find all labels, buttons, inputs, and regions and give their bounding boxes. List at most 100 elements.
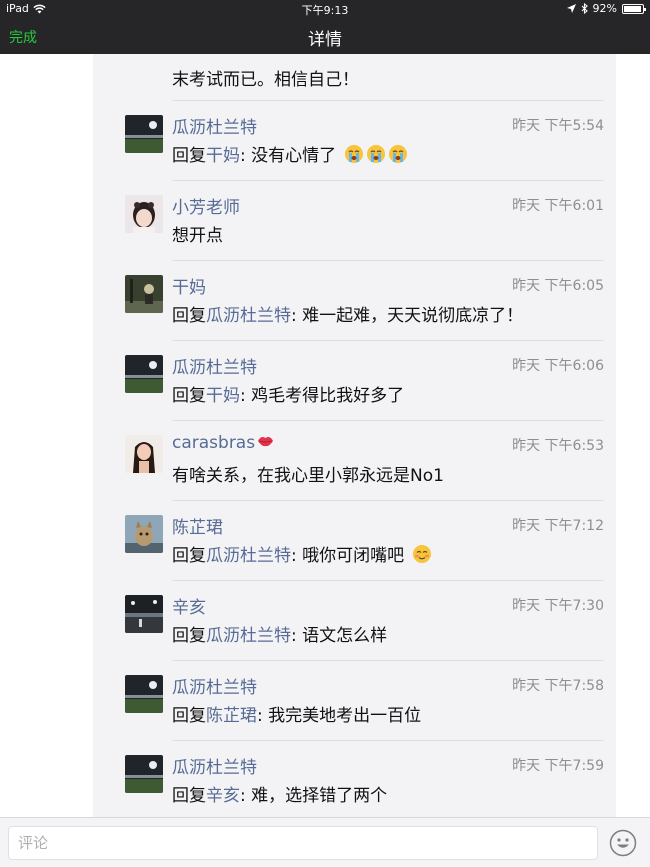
comment-author[interactable]: 瓜沥杜兰特 [172, 353, 257, 378]
reply-target[interactable]: 瓜沥杜兰特 [206, 626, 291, 646]
comment-time: 昨天 下午7:12 [512, 518, 604, 534]
comment-text: 难，选择错了两个 [251, 786, 388, 806]
comment-input-bar [0, 817, 650, 867]
comment-body: 回复干妈: 鸡毛考得比我好多了 [172, 381, 404, 406]
reply-prefix: 回复 [172, 306, 206, 326]
crying-face-icon [344, 145, 363, 163]
divider [172, 500, 604, 501]
comment-time: 昨天 下午6:05 [512, 278, 604, 294]
reply-separator: : [257, 706, 269, 726]
crying-face-icon [388, 145, 407, 163]
avatar[interactable] [125, 675, 163, 713]
comment-item: 瓜沥杜兰特 昨天 下午7:58 回复陈芷珺: 我完美地考出一百位 [93, 660, 616, 740]
partial-comment-text: 末考试而已。相信自己！ [172, 70, 359, 90]
comment-item: 陈芷珺 昨天 下午7:12 回复瓜沥杜兰特: 哦你可闭嘴吧 [93, 500, 616, 580]
reply-target[interactable]: 干妈 [206, 386, 240, 406]
comment-time: 昨天 下午5:54 [512, 118, 604, 134]
divider [172, 660, 604, 661]
comment-text: 鸡毛考得比我好多了 [251, 386, 405, 406]
comment-body: 回复瓜沥杜兰特: 语文怎么样 [172, 621, 387, 646]
comment-item: 小芳老师 昨天 下午6:01 想开点 [93, 180, 616, 260]
reply-target[interactable]: 干妈 [206, 146, 240, 166]
reply-separator: : [240, 786, 252, 806]
status-time: 下午9:13 [301, 4, 349, 17]
lips-icon [258, 437, 274, 447]
reply-target[interactable]: 陈芷珺 [206, 706, 257, 726]
comment-text: 想开点 [172, 226, 223, 246]
page-title: 详情 [308, 30, 342, 50]
comment-author[interactable]: 小芳老师 [172, 193, 240, 218]
avatar[interactable] [125, 595, 163, 633]
comment-text: 语文怎么样 [302, 626, 388, 646]
detail-content[interactable]: 末考试而已。相信自己！ 瓜沥杜兰特 昨天 下午5:54 回复干妈: 没有心情了 … [0, 54, 650, 817]
status-right: 92% [566, 2, 646, 15]
divider [172, 420, 604, 421]
reply-separator: : [291, 546, 303, 566]
comment-body: 有啥关系，在我心里小郭永远是No1 [172, 461, 444, 486]
comment-author[interactable]: 瓜沥杜兰特 [172, 673, 257, 698]
emoji-button-icon[interactable] [609, 829, 637, 857]
reply-target[interactable]: 辛亥 [206, 786, 240, 806]
avatar[interactable] [125, 195, 163, 233]
comment-input[interactable] [8, 826, 598, 860]
comment-author[interactable]: carasbras [172, 433, 274, 453]
crying-face-icon [366, 145, 385, 163]
avatar[interactable] [125, 435, 163, 473]
comment-item: 瓜沥杜兰特 昨天 下午6:06 回复干妈: 鸡毛考得比我好多了 [93, 340, 616, 420]
comment-item: 瓜沥杜兰特 昨天 下午5:54 回复干妈: 没有心情了 [93, 100, 616, 180]
comment-text: 哦你可闭嘴吧 [302, 546, 405, 566]
avatar[interactable] [125, 115, 163, 153]
comment-author[interactable]: 陈芷珺 [172, 513, 223, 538]
divider [172, 580, 604, 581]
comment-body: 回复干妈: 没有心情了 [172, 141, 408, 166]
partial-comment: 末考试而已。相信自己！ [172, 54, 602, 94]
comment-text: 我完美地考出一百位 [268, 706, 422, 726]
reply-separator: : [240, 146, 252, 166]
reply-prefix: 回复 [172, 386, 206, 406]
comment-author[interactable]: 辛亥 [172, 593, 206, 618]
divider [172, 740, 604, 741]
comment-body: 回复瓜沥杜兰特: 难一起难，天天说彻底凉了！ [172, 301, 523, 326]
reply-separator: : [291, 626, 303, 646]
divider [172, 340, 604, 341]
comment-time: 昨天 下午6:01 [512, 198, 604, 214]
reply-target[interactable]: 瓜沥杜兰特 [206, 306, 291, 326]
avatar[interactable] [125, 275, 163, 313]
avatar[interactable] [125, 515, 163, 553]
comment-author-label: carasbras [172, 433, 256, 453]
location-icon [566, 4, 576, 13]
comment-time: 昨天 下午7:59 [512, 758, 604, 774]
reply-separator: : [240, 386, 252, 406]
comment-body: 回复辛亥: 难，选择错了两个 [172, 781, 387, 806]
comment-body: 想开点 [172, 221, 223, 246]
comment-item: 瓜沥杜兰特 昨天 下午7:59 回复辛亥: 难，选择错了两个 [93, 740, 616, 817]
comment-item: 干妈 昨天 下午6:05 回复瓜沥杜兰特: 难一起难，天天说彻底凉了！ [93, 260, 616, 340]
navigation-bar: 完成 详情 [0, 18, 650, 54]
reply-prefix: 回复 [172, 706, 206, 726]
reply-prefix: 回复 [172, 546, 206, 566]
comment-time: 昨天 下午6:53 [512, 438, 604, 454]
comment-time: 昨天 下午6:06 [512, 358, 604, 374]
battery-percent: 92% [592, 2, 617, 15]
battery-fill [624, 5, 641, 12]
comment-item: 辛亥 昨天 下午7:30 回复瓜沥杜兰特: 语文怎么样 [93, 580, 616, 660]
partial-comment-hidden-line [172, 54, 602, 67]
comment-body: 回复瓜沥杜兰特: 哦你可闭嘴吧 [172, 541, 432, 566]
comment-text: 难一起难，天天说彻底凉了！ [302, 306, 524, 326]
avatar[interactable] [125, 355, 163, 393]
comment-item: carasbras 昨天 下午6:53 有啥关系，在我心里小郭永远是No1 [93, 420, 616, 500]
reply-target[interactable]: 瓜沥杜兰特 [206, 546, 291, 566]
comment-time: 昨天 下午7:30 [512, 598, 604, 614]
comment-author[interactable]: 瓜沥杜兰特 [172, 753, 257, 778]
reply-prefix: 回复 [172, 786, 206, 806]
divider [172, 100, 604, 101]
blushing-face-icon [412, 545, 431, 563]
status-bar: iPad 下午9:13 92% [0, 0, 650, 18]
comment-list[interactable]: 末考试而已。相信自己！ 瓜沥杜兰特 昨天 下午5:54 回复干妈: 没有心情了 … [93, 54, 616, 817]
comment-time: 昨天 下午7:58 [512, 678, 604, 694]
bluetooth-icon [581, 3, 588, 14]
comment-author[interactable]: 瓜沥杜兰特 [172, 113, 257, 138]
comment-body: 回复陈芷珺: 我完美地考出一百位 [172, 701, 421, 726]
avatar[interactable] [125, 755, 163, 793]
comment-author[interactable]: 干妈 [172, 273, 206, 298]
